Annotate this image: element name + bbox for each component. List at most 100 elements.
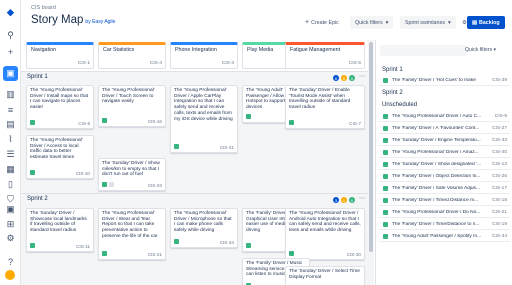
vendor-label[interactable]: by Easy Agile: [85, 19, 115, 25]
todo-count-badge: 3: [333, 197, 339, 203]
epic-card[interactable]: Car Statistics CIS-4: [98, 42, 166, 69]
panel-issue-row[interactable]: The 'Young Adult' Passenger / Spotify In…: [379, 231, 510, 242]
left-navigation: ◆ ⚲ + ▣ ▥ ≡ ▤ ⌇ ☰ ▦ ▯ ⛉ ▣ ⊞ ⚙ ?: [0, 0, 21, 285]
story-icon: [246, 114, 251, 119]
board-icon[interactable]: ▥: [4, 89, 17, 100]
inprogress-count-badge: 0: [341, 197, 347, 203]
create-icon[interactable]: +: [4, 46, 17, 57]
story-icon: [383, 149, 388, 155]
story-icon: [383, 209, 388, 215]
done-count-badge: 0: [349, 75, 355, 81]
backlog-panel: Quick filters ▾ Sprint 1 The 'Family' Dr…: [375, 40, 512, 285]
page-header: CIS board Story Map by Easy Agile + Create…: [21, 0, 512, 40]
story-icon: [383, 125, 388, 131]
story-card[interactable]: The 'Young Professional' Driver / Androi…: [285, 208, 365, 260]
sprint-swimlane: Sprint 2 3 0 0 ⋯ The 'Sunday' Driver / S…: [21, 193, 374, 285]
panel-issue-row[interactable]: The 'Family' Driver / Time/Distance to n…: [379, 219, 510, 230]
story-icon: [102, 118, 107, 123]
pages-icon[interactable]: ▯: [4, 179, 17, 190]
panel-sprint-header[interactable]: Sprint 2: [382, 90, 403, 96]
epic-card[interactable]: Phone Integration CIS-3: [170, 42, 238, 69]
story-card[interactable]: The 'Young Professional' Driver / Apple …: [170, 85, 238, 153]
sprint-swimlane: Sprint 1 6 0 0 ⋯ The 'Young Professional…: [21, 71, 374, 193]
create-epic-button[interactable]: + Create Epic: [300, 16, 344, 29]
story-map-board: Navigation CIS-1 Car Statistics CIS-4 Phon…: [21, 40, 374, 285]
help-icon[interactable]: ?: [4, 256, 17, 267]
search-icon[interactable]: ⚲: [4, 30, 17, 41]
components-icon[interactable]: ▦: [4, 164, 17, 175]
sprint-swimlanes-dropdown[interactable]: Sprint swimlanes ▾: [400, 16, 456, 29]
epic-card[interactable]: Navigation CIS-1: [26, 42, 94, 69]
story-card[interactable]: The 'Sunday' Driver / Showcase local lan…: [26, 208, 94, 252]
story-icon: [383, 221, 388, 227]
story-icon: [174, 144, 179, 149]
epic-card[interactable]: Fatigue Management CIS-5: [285, 42, 365, 69]
story-icon: [174, 239, 179, 244]
story-card[interactable]: The 'Sunday' Driver / Show miles/km to e…: [98, 158, 166, 191]
more-icon[interactable]: ⋯: [359, 73, 365, 80]
panel-search-field[interactable]: [380, 45, 467, 56]
story-icon: [383, 161, 388, 167]
panel-issue-row[interactable]: The 'Young Professional' Driver / Do No.…: [379, 207, 510, 218]
story-icon: [383, 185, 388, 191]
story-icon: [383, 77, 388, 83]
backlog-icon[interactable]: ≡: [4, 104, 17, 115]
panel-issue-row[interactable]: The 'Sunday' Driver / Show designated '.…: [379, 159, 510, 170]
story-icon: [102, 182, 107, 187]
story-icon: [102, 251, 107, 256]
story-icon: [383, 197, 388, 203]
settings-icon[interactable]: ⚙: [4, 233, 17, 244]
panel-issue-row[interactable]: The 'Family' Driver / Timed Distance m..…: [379, 195, 510, 206]
story-icon: [30, 243, 35, 248]
story-card[interactable]: The 'Young Professional' Driver / Touch …: [98, 85, 166, 127]
story-icon: [383, 113, 388, 119]
panel-quick-filters-dropdown[interactable]: Quick filters ▾: [465, 47, 496, 53]
project-avatar-icon[interactable]: ▣: [3, 66, 18, 81]
reports-icon[interactable]: ▤: [4, 119, 17, 130]
story-card[interactable]: The 'Young Professional' Driver / Microp…: [170, 208, 238, 248]
panel-unscheduled-header[interactable]: Unscheduled: [382, 102, 417, 108]
panel-issue-row[interactable]: The 'Family' Driver / 'Hot Cues' to make…: [379, 75, 510, 86]
panel-issue-row[interactable]: The 'Family' Driver / Object Detection f…: [379, 171, 510, 182]
story-icon: [383, 173, 388, 179]
more-icon[interactable]: ⋯: [359, 195, 365, 202]
story-card[interactable]: The 'Sunday' Driver / Enable 'Tourist Mo…: [285, 85, 365, 129]
done-count-badge: 0: [349, 197, 355, 203]
story-icon: [383, 233, 388, 239]
breadcrumb[interactable]: CIS board: [31, 5, 56, 11]
panel-sprint-header[interactable]: Sprint 1: [382, 67, 403, 73]
page-title: Story Map by Easy Agile: [31, 14, 116, 26]
story-icon: [289, 120, 294, 125]
sprint-title[interactable]: Sprint 1: [27, 74, 48, 80]
status-icon: [109, 182, 114, 187]
board-scrollbar[interactable]: [368, 40, 374, 285]
story-card[interactable]: The 'Young Professional' Driver / Access…: [26, 135, 94, 179]
chevron-down-icon: ▾: [385, 19, 389, 26]
story-map-icon[interactable]: ▣: [4, 204, 17, 215]
panel-issue-row[interactable]: The 'Family' Driver / Safe Volume Adjus.…: [379, 183, 510, 194]
story-icon: [289, 251, 294, 256]
chevron-down-icon: ▾: [448, 19, 451, 26]
backlog-button[interactable]: ▤ Backlog: [467, 16, 505, 29]
add-item-icon[interactable]: ⊞: [4, 219, 17, 230]
sprint-title[interactable]: Sprint 2: [27, 196, 48, 202]
panel-issue-row[interactable]: The 'Sunday' Driver / Engine Temperatu..…: [379, 135, 510, 146]
issues-icon[interactable]: ☰: [4, 149, 17, 160]
story-icon: [30, 120, 35, 125]
inprogress-count-badge: 0: [341, 75, 347, 81]
user-avatar[interactable]: [5, 270, 15, 280]
plus-icon: +: [305, 19, 310, 26]
panel-issue-row[interactable]: The 'Young Professional' Driver / Auto C…: [379, 111, 510, 122]
story-icon: [246, 243, 251, 248]
story-card[interactable]: The 'Young Professional' Driver / Wear a…: [98, 208, 166, 260]
panel-issue-row[interactable]: The 'Young Professional' Driver / Amaz..…: [379, 147, 510, 158]
story-card[interactable]: The 'Young Professional' Driver / Instal…: [26, 85, 94, 129]
chart-icon[interactable]: ⌇: [4, 134, 17, 145]
quick-filters-dropdown[interactable]: Quick filters ▾: [350, 16, 394, 29]
story-icon: [30, 170, 35, 175]
scrollbar-thumb[interactable]: [369, 42, 373, 252]
jira-logo-icon[interactable]: ◆: [4, 7, 17, 18]
panel-issue-row[interactable]: The 'Family' Driver / A 'Favourites' Con…: [379, 123, 510, 134]
panel-icon: ▤: [472, 19, 478, 26]
story-card[interactable]: The 'Sunday' Driver / Select Time Displa…: [285, 266, 365, 285]
